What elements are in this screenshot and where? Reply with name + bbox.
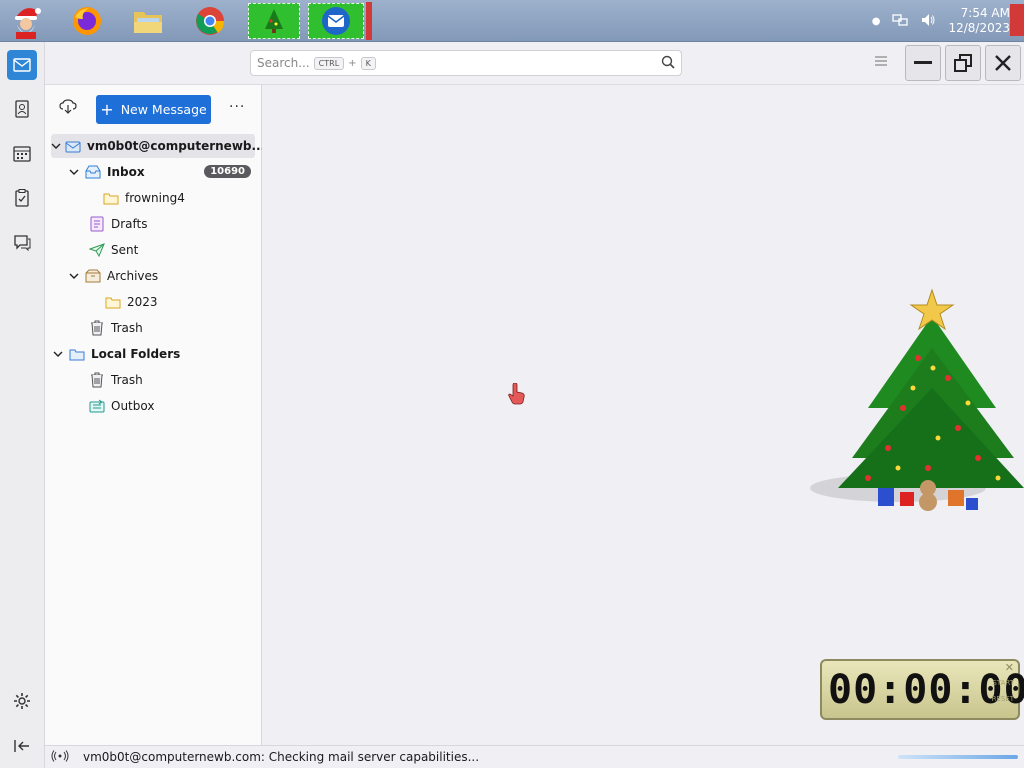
folder-label: Trash	[111, 373, 143, 387]
search-input[interactable]: Search... CTRL + K	[250, 50, 682, 76]
timer-display: 00:00:00	[828, 667, 1024, 713]
online-status-icon[interactable]	[51, 749, 69, 765]
outbox-icon	[89, 398, 105, 414]
search-shortcut-key-k: K	[360, 56, 376, 70]
minimize-button[interactable]	[905, 45, 941, 81]
system-tray: ● 7:54 AM 12/8/2023	[872, 4, 1010, 38]
folder-label: 2023	[127, 295, 158, 309]
file-explorer-icon[interactable]	[128, 3, 168, 39]
trash-icon	[89, 372, 105, 388]
folder-label: Outbox	[111, 399, 155, 413]
calendar-icon[interactable]	[7, 139, 37, 169]
status-text: vm0b0t@computernewb.com: Checking mail s…	[83, 750, 480, 764]
chrome-icon[interactable]	[190, 3, 230, 39]
inbox-icon	[85, 164, 101, 180]
tray-dot-icon[interactable]: ●	[872, 16, 881, 27]
folder-frowning4[interactable]: frowning4	[51, 186, 255, 210]
hand-cursor-icon	[508, 382, 526, 408]
timer-close-icon[interactable]: ✕	[1005, 661, 1014, 674]
clock-time: 7:54 AM	[960, 6, 1010, 20]
search-shortcut-plus: +	[348, 57, 357, 69]
drafts-icon	[89, 216, 105, 232]
collapse-spaces-icon[interactable]	[7, 731, 37, 761]
folder-pane: + New Message ··· vm0b0t@computernewb...…	[45, 85, 265, 745]
taskbar-separator	[366, 2, 372, 40]
volume-icon[interactable]	[920, 12, 936, 31]
firefox-icon[interactable]	[67, 3, 107, 39]
address-book-icon[interactable]	[7, 94, 37, 124]
timer-start-button[interactable]: START	[992, 679, 1014, 687]
chevron-down-icon[interactable]	[51, 143, 61, 150]
plus-icon: +	[100, 99, 114, 119]
folder-label: Trash	[111, 321, 143, 335]
system-clock[interactable]: 7:54 AM 12/8/2023	[948, 6, 1010, 36]
chat-icon[interactable]	[7, 228, 37, 258]
show-desktop-button[interactable]	[1010, 4, 1024, 36]
timer-reset-button[interactable]: RESET	[992, 695, 1014, 703]
christmas-tree-decoration	[808, 288, 1024, 528]
folder-outbox[interactable]: Outbox	[51, 394, 255, 418]
taskbar: ● 7:54 AM 12/8/2023	[0, 0, 1024, 42]
folder-2023[interactable]: 2023	[51, 290, 255, 314]
folder-sent[interactable]: Sent	[51, 238, 255, 262]
network-icon[interactable]	[892, 12, 909, 31]
new-message-label: New Message	[120, 102, 207, 117]
restore-button[interactable]	[945, 45, 981, 81]
folder-label: frowning4	[125, 191, 185, 205]
folder-label: Local Folders	[91, 347, 181, 361]
chevron-down-icon[interactable]	[51, 351, 65, 358]
get-messages-icon[interactable]	[59, 99, 77, 118]
santa-app-icon[interactable]	[6, 3, 46, 39]
mail-space-icon[interactable]	[7, 50, 37, 80]
folder-inbox[interactable]: Inbox 10690	[51, 160, 255, 184]
sent-icon	[89, 242, 105, 258]
spaces-toolbar	[0, 42, 45, 768]
timer-widget: 00:00:00 ✕ START RESET	[820, 659, 1024, 720]
folder-label: Sent	[111, 243, 139, 257]
folder-icon	[103, 190, 119, 206]
christmas-tree-app-icon[interactable]	[248, 3, 300, 39]
account-row[interactable]: vm0b0t@computernewb...	[51, 134, 265, 158]
thunderbird-icon[interactable]	[308, 3, 364, 39]
settings-gear-icon[interactable]	[7, 686, 37, 716]
app-menu-icon[interactable]	[873, 54, 889, 71]
message-pane	[262, 85, 1024, 745]
more-options-button[interactable]: ···	[229, 99, 245, 115]
folder-trash[interactable]: Trash	[51, 316, 255, 340]
search-shortcut-key-ctrl: CTRL	[313, 56, 345, 70]
clock-date: 12/8/2023	[948, 21, 1010, 35]
status-progress-bar	[898, 755, 1018, 759]
chevron-down-icon[interactable]	[67, 273, 81, 280]
tasks-icon[interactable]	[7, 183, 37, 213]
folder-label: Archives	[107, 269, 159, 283]
search-icon[interactable]	[661, 55, 675, 72]
account-name: vm0b0t@computernewb...	[87, 139, 266, 153]
archive-icon	[85, 268, 101, 284]
unread-count-badge: 10690	[204, 165, 251, 178]
folder-drafts[interactable]: Drafts	[51, 212, 255, 236]
trash-icon	[89, 320, 105, 336]
chevron-down-icon[interactable]	[67, 169, 81, 176]
unified-toolbar: Search... CTRL + K	[45, 42, 1024, 85]
folder-archives[interactable]: Archives	[51, 264, 255, 288]
folder-local-trash[interactable]: Trash	[51, 368, 255, 392]
new-message-button[interactable]: + New Message	[96, 95, 211, 124]
close-button[interactable]	[985, 45, 1021, 81]
local-folders-icon	[69, 346, 85, 362]
folder-label: Drafts	[111, 217, 148, 231]
status-bar: vm0b0t@computernewb.com: Checking mail s…	[45, 745, 1024, 768]
search-placeholder: Search...	[257, 56, 310, 70]
folder-label: Inbox	[107, 165, 145, 179]
folder-icon	[105, 294, 121, 310]
account-local-folders[interactable]: Local Folders	[51, 342, 255, 366]
account-mail-icon	[65, 138, 81, 154]
